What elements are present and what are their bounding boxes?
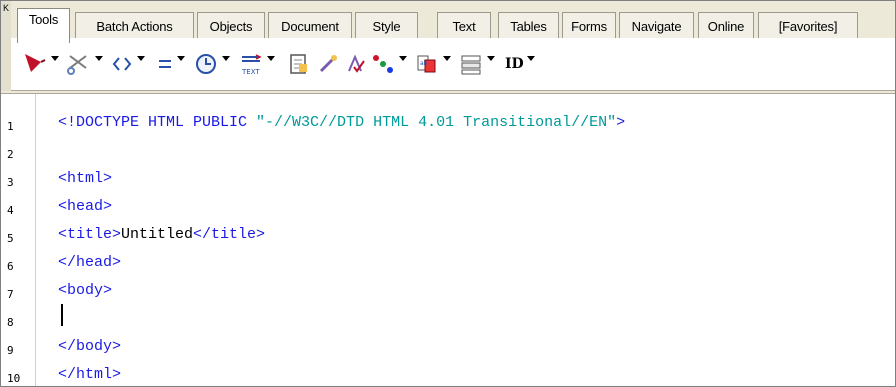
editor-window: K Tools Batch Actions Objects Document S…: [0, 0, 896, 387]
id-attribute-icon[interactable]: ID: [505, 50, 524, 78]
tab-objects[interactable]: Objects: [197, 12, 265, 40]
line-number: 1: [7, 120, 14, 133]
code-line-3: <html>: [58, 170, 113, 187]
tab-text[interactable]: Text: [437, 12, 491, 40]
doctype-close: >: [616, 114, 626, 131]
tab-label: Batch Actions: [96, 19, 173, 34]
icon-toolbar: TEXT ab ID: [11, 38, 895, 91]
chevron-down-icon[interactable]: [267, 56, 275, 61]
doctype-string: "-//W3C//DTD HTML 4.01 Transitional//EN": [256, 114, 617, 131]
toolbar-panel: Tools Batch Actions Objects Document Sty…: [11, 1, 895, 93]
code-editor[interactable]: 1 2 3 4 5 6 7 8 9 10 <!DOCTYPE HTML PUBL…: [1, 93, 895, 386]
tab-label: Style: [372, 19, 401, 34]
line-number: 9: [7, 344, 14, 357]
text-cursor: [61, 304, 63, 326]
tab-navigate[interactable]: Navigate: [619, 12, 694, 40]
code-line-10: </html>: [58, 366, 122, 383]
wand-icon[interactable]: [317, 50, 339, 78]
tab-label: Objects: [209, 19, 253, 34]
line-number: 5: [7, 232, 14, 245]
scissors-icon[interactable]: [67, 50, 89, 78]
code-line-5: <title>Untitled</title>: [58, 226, 265, 243]
form-element-icon[interactable]: [459, 50, 483, 78]
title-open-tag: <title>: [58, 226, 122, 243]
line-number: 2: [7, 148, 14, 161]
tab-label: Forms: [571, 19, 607, 34]
pen-tool-icon[interactable]: [23, 50, 47, 78]
text-layout-icon[interactable]: TEXT: [239, 50, 263, 78]
side-tab-label: K: [2, 3, 9, 13]
line-number: 6: [7, 260, 14, 273]
svg-text:ab: ab: [420, 60, 428, 67]
chevron-down-icon[interactable]: [443, 56, 451, 61]
title-close-tag: </title>: [193, 226, 266, 243]
document-paste-icon[interactable]: [287, 50, 311, 78]
line-number: 8: [7, 316, 14, 329]
tab-style[interactable]: Style: [355, 12, 418, 40]
tab-label: [Favorites]: [778, 19, 838, 34]
id-label: ID: [505, 56, 524, 72]
tag-brackets-icon[interactable]: [111, 50, 133, 78]
tab-tools[interactable]: Tools: [17, 8, 70, 43]
title-text: Untitled: [121, 226, 194, 243]
tab-label: Online: [707, 19, 745, 34]
tab-batch-actions[interactable]: Batch Actions: [75, 12, 194, 40]
chevron-down-icon[interactable]: [527, 56, 535, 61]
tab-label: Tools: [28, 11, 59, 27]
code-line-1: <!DOCTYPE HTML PUBLIC "-//W3C//DTD HTML …: [58, 114, 625, 131]
chevron-down-icon[interactable]: [51, 56, 59, 61]
tab-favorites[interactable]: [Favorites]: [758, 12, 858, 40]
line-number: 7: [7, 288, 14, 301]
tab-tables[interactable]: Tables: [498, 12, 559, 40]
tab-label: Tables: [510, 19, 547, 34]
line-number: 10: [7, 372, 21, 385]
spell-check-icon[interactable]: [345, 50, 367, 78]
chevron-down-icon[interactable]: [399, 56, 407, 61]
tab-label: Navigate: [631, 19, 682, 34]
chevron-down-icon[interactable]: [137, 56, 145, 61]
clock-icon[interactable]: [194, 50, 218, 78]
code-line-7: <body>: [58, 282, 113, 299]
color-dots-icon[interactable]: [371, 50, 395, 78]
svg-text:TEXT: TEXT: [241, 68, 260, 76]
tab-document[interactable]: Document: [268, 12, 352, 40]
equals-icon[interactable]: [157, 50, 173, 78]
chevron-down-icon[interactable]: [95, 56, 103, 61]
chevron-down-icon[interactable]: [177, 56, 185, 61]
copy-format-icon[interactable]: ab: [415, 50, 439, 78]
chevron-down-icon[interactable]: [222, 56, 230, 61]
tab-label: Document: [281, 19, 339, 34]
code-line-6: </head>: [58, 254, 122, 271]
code-line-4: <head>: [58, 198, 113, 215]
tab-online[interactable]: Online: [698, 12, 754, 40]
tab-label: Text: [452, 19, 476, 34]
doctype-tag: <!DOCTYPE HTML PUBLIC: [58, 114, 257, 131]
code-line-9: </body>: [58, 338, 122, 355]
chevron-down-icon[interactable]: [487, 56, 495, 61]
line-number: 4: [7, 204, 14, 217]
tab-forms[interactable]: Forms: [562, 12, 616, 40]
line-number: 3: [7, 176, 14, 189]
